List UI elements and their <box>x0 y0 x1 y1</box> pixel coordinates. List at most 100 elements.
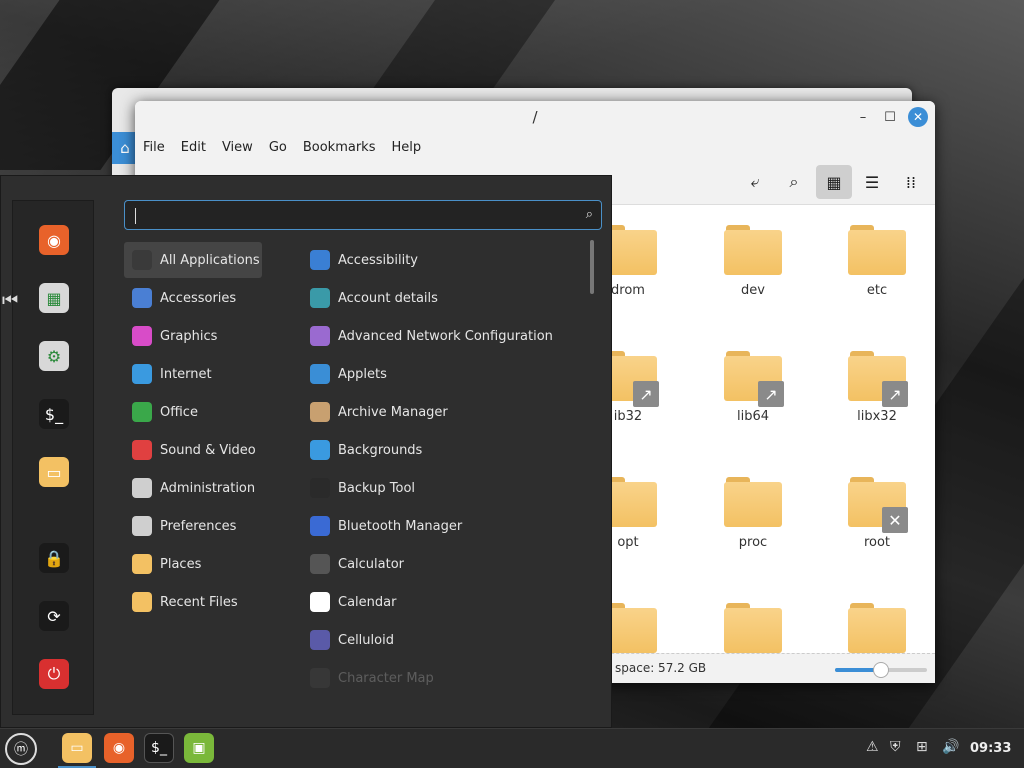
celluloid-icon <box>310 630 330 650</box>
folder-item[interactable]: dev <box>708 225 798 298</box>
collapse-arrow-icon[interactable]: ⏮ <box>2 290 18 311</box>
app-item[interactable]: Backgrounds <box>302 432 582 468</box>
category-item[interactable]: Places <box>124 546 262 582</box>
folder-label: lib64 <box>736 409 770 424</box>
folder-label: libx32 <box>857 409 897 424</box>
folder-item[interactable]: ✕ root <box>832 477 922 550</box>
app-label: Calendar <box>338 594 397 610</box>
folder-item[interactable]: proc <box>708 477 798 550</box>
compact-view-button[interactable]: ⁞⁞ <box>893 165 929 199</box>
category-item[interactable]: Administration <box>124 470 262 506</box>
close-button[interactable]: ✕ <box>908 107 928 127</box>
category-label: Office <box>160 404 198 420</box>
folder-icon: ↗ <box>848 351 908 407</box>
folder-icon <box>848 225 906 275</box>
lock-icon[interactable]: 🔒 <box>39 543 69 573</box>
files-icon[interactable]: ▭ <box>39 457 69 487</box>
category-label: Administration <box>160 480 256 496</box>
calculator-icon <box>310 554 330 574</box>
firefox-icon[interactable]: ◉ <box>104 733 134 763</box>
terminal-icon[interactable]: $_ <box>39 399 69 429</box>
category-label: Preferences <box>160 518 237 534</box>
network-icon <box>310 326 330 346</box>
mint-menu-icon[interactable]: ⓜ <box>5 733 37 765</box>
app-item[interactable]: Calculator <box>302 546 582 582</box>
folder-icon <box>724 477 782 527</box>
app-item[interactable]: Celluloid <box>302 622 582 658</box>
category-item[interactable]: Recent Files <box>124 584 262 620</box>
app-item[interactable]: Calendar <box>302 584 582 620</box>
category-item[interactable]: Accessories <box>124 280 262 316</box>
list-view-button[interactable]: ☰ <box>854 165 890 199</box>
logout-icon[interactable]: ⟳ <box>39 601 69 631</box>
volume-icon[interactable]: 🔊 <box>942 739 959 755</box>
power-icon[interactable]: ⏻ <box>39 659 69 689</box>
folder-icon: ✕ <box>848 477 908 533</box>
menu-bar: File Edit View Go Bookmarks Help <box>135 133 935 161</box>
category-item[interactable]: Preferences <box>124 508 262 544</box>
category-item[interactable]: Graphics <box>124 318 262 354</box>
charmap-icon <box>310 668 330 688</box>
folder-icon <box>724 225 782 275</box>
menu-view[interactable]: View <box>222 140 253 155</box>
cloud-icon <box>132 364 152 384</box>
app-label: Character Map <box>338 670 434 686</box>
category-item[interactable]: Sound & Video <box>124 432 262 468</box>
folder-clock-icon <box>132 592 152 612</box>
app-label: Accessibility <box>338 252 418 268</box>
archive-icon <box>310 402 330 422</box>
zoom-slider[interactable] <box>835 662 927 678</box>
menu-help[interactable]: Help <box>391 140 421 155</box>
app-item[interactable]: Advanced Network Configuration <box>302 318 582 354</box>
title-bar[interactable]: / – ☐ ✕ <box>135 101 935 133</box>
files-icon[interactable]: ▭ <box>62 733 92 763</box>
software-manager-icon[interactable]: ▦ <box>39 283 69 313</box>
app-item[interactable]: Account details <box>302 280 582 316</box>
icon-view-button[interactable]: ▦ <box>816 165 852 199</box>
palette-icon <box>132 326 152 346</box>
bluetooth-icon <box>310 516 330 536</box>
maximize-button[interactable]: ☐ <box>880 107 900 127</box>
minimize-button[interactable]: – <box>853 107 873 127</box>
app-label: Backup Tool <box>338 480 416 496</box>
folder-item[interactable]: ↗ libx32 <box>832 351 922 424</box>
shield-icon[interactable]: ⛨ <box>890 739 901 755</box>
app-label: Backgrounds <box>338 442 423 458</box>
folder-label: dev <box>741 283 765 298</box>
app-item[interactable]: Applets <box>302 356 582 392</box>
app-item[interactable]: Accessibility <box>302 242 582 278</box>
grid-icon <box>132 250 152 270</box>
zoom-slider-knob[interactable] <box>873 662 889 678</box>
settings-icon[interactable]: ⚙ <box>39 341 69 371</box>
category-item[interactable]: Internet <box>124 356 262 392</box>
search-input[interactable]: ⌕ <box>124 200 602 230</box>
toggle-location-icon[interactable]: ⤶ <box>737 165 773 199</box>
search-icon[interactable]: ⌕ <box>776 165 812 199</box>
symlink-arrow-icon: ↗ <box>882 381 908 407</box>
mintinstall-icon[interactable]: ▣ <box>184 733 214 763</box>
category-item[interactable]: All Applications <box>124 242 262 278</box>
folder-icon: ↗ <box>724 351 784 407</box>
calendar-icon <box>310 592 330 612</box>
scrollbar[interactable] <box>590 240 594 294</box>
network-icon[interactable]: ⊞ <box>916 739 928 755</box>
app-item[interactable]: Backup Tool <box>302 470 582 506</box>
app-item[interactable]: Archive Manager <box>302 394 582 430</box>
menu-bookmarks[interactable]: Bookmarks <box>303 140 376 155</box>
menu-go[interactable]: Go <box>269 140 287 155</box>
toggles-icon <box>132 516 152 536</box>
menu-file[interactable]: File <box>143 140 165 155</box>
clock[interactable]: 09:33 <box>970 741 1011 756</box>
folder-label: etc <box>866 283 888 298</box>
folder-item[interactable]: etc <box>832 225 922 298</box>
folder-item[interactable]: ↗ lib64 <box>708 351 798 424</box>
terminal-icon[interactable]: $_ <box>144 733 174 763</box>
category-label: Accessories <box>160 290 237 306</box>
app-item[interactable]: Bluetooth Manager <box>302 508 582 544</box>
application-menu: ◉ ▦ ⚙ $_ ▭ 🔒 ⟳ ⏻ ⌕ All Applications Accessories G… <box>0 175 612 728</box>
category-item[interactable]: Office <box>124 394 262 430</box>
app-item[interactable]: Character Map <box>302 660 582 696</box>
firefox-icon[interactable]: ◉ <box>39 225 69 255</box>
update-icon[interactable]: ⚠ <box>866 739 879 755</box>
menu-edit[interactable]: Edit <box>181 140 206 155</box>
